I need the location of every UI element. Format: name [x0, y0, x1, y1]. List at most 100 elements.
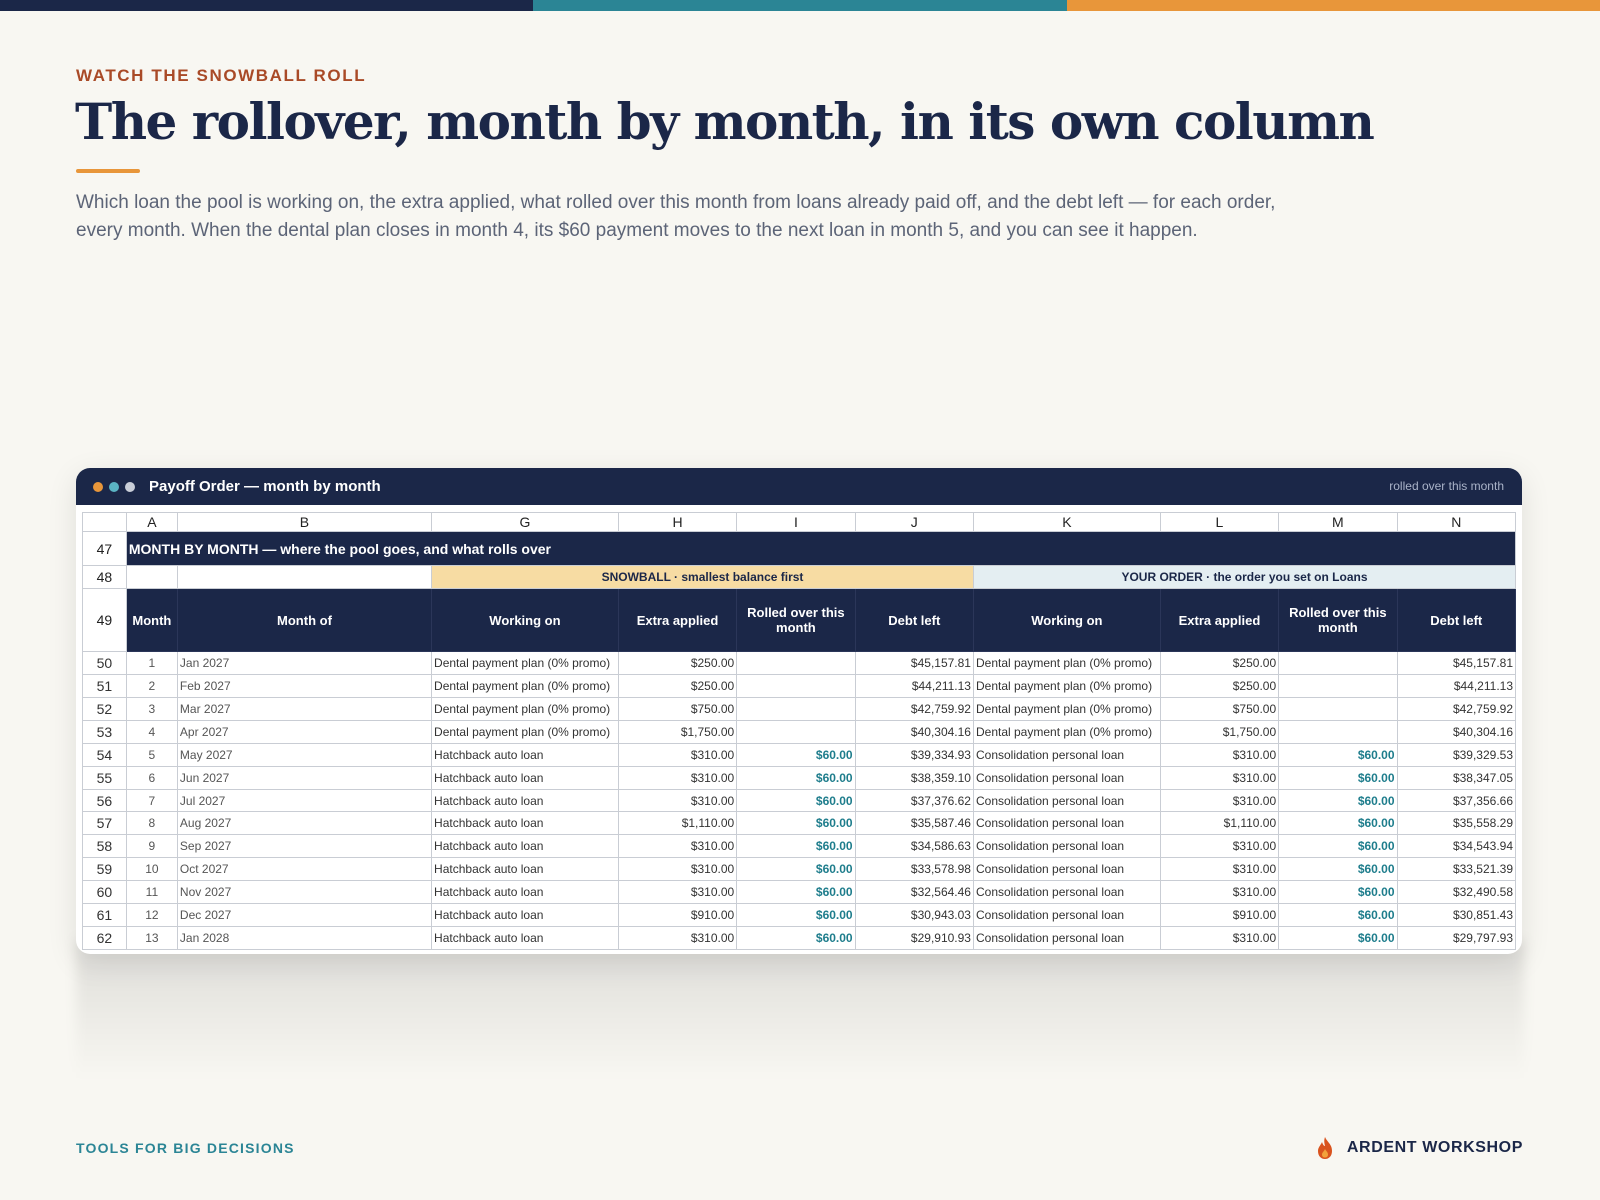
snowball-working-on-cell[interactable]: Dental payment plan (0% promo): [431, 651, 619, 676]
col-header[interactable]: M: [1278, 512, 1398, 532]
header-month[interactable]: Month: [125, 588, 178, 653]
month-of-cell[interactable]: Oct 2027: [176, 857, 433, 882]
row-number[interactable]: 47: [82, 530, 127, 567]
order-debt-cell[interactable]: $38,347.05: [1396, 765, 1517, 790]
row-number[interactable]: 51: [82, 674, 127, 698]
order-rolled-cell[interactable]: [1278, 651, 1398, 676]
order-working-on-cell[interactable]: Consolidation personal loan: [972, 788, 1161, 813]
snowball-working-on-cell[interactable]: Hatchback auto loan: [431, 857, 619, 882]
order-working-on-cell[interactable]: Dental payment plan (0% promo): [972, 719, 1161, 744]
snowball-extra-cell[interactable]: $1,750.00: [617, 719, 738, 744]
order-extra-cell[interactable]: $1,750.00: [1159, 719, 1280, 744]
snowball-working-on-cell[interactable]: Hatchback auto loan: [431, 765, 619, 790]
order-rolled-cell[interactable]: [1278, 719, 1398, 744]
order-rolled-cell[interactable]: $60.00: [1278, 857, 1398, 882]
snowball-working-on-cell[interactable]: Hatchback auto loan: [431, 788, 619, 813]
snowball-working-on-cell[interactable]: Hatchback auto loan: [431, 811, 619, 836]
row-number[interactable]: 53: [82, 719, 127, 744]
window-dot-orange[interactable]: [93, 481, 103, 492]
order-extra-cell[interactable]: $310.00: [1159, 742, 1280, 767]
snowball-rolled-cell[interactable]: $60.00: [736, 903, 856, 927]
footer-brand[interactable]: ARDENT WORKSHOP: [1315, 1136, 1523, 1160]
order-debt-cell[interactable]: $30,851.43: [1396, 903, 1517, 927]
header-snowball-extra-applied[interactable]: Extra applied: [617, 588, 738, 653]
row-number[interactable]: 59: [82, 857, 127, 882]
order-debt-cell[interactable]: $32,490.58: [1396, 880, 1517, 905]
month-of-cell[interactable]: Apr 2027: [176, 719, 433, 744]
snowball-working-on-cell[interactable]: Hatchback auto loan: [431, 742, 619, 767]
order-working-on-cell[interactable]: Consolidation personal loan: [972, 857, 1161, 882]
month-of-cell[interactable]: Dec 2027: [176, 903, 433, 927]
snowball-debt-cell[interactable]: $40,304.16: [854, 719, 974, 744]
snowball-extra-cell[interactable]: $310.00: [617, 834, 738, 859]
order-working-on-cell[interactable]: Consolidation personal loan: [972, 765, 1161, 790]
order-debt-cell[interactable]: $39,329.53: [1396, 742, 1517, 767]
order-working-on-cell[interactable]: Consolidation personal loan: [972, 925, 1161, 951]
snowball-debt-cell[interactable]: $34,586.63: [854, 834, 974, 859]
header-snowball-working-on[interactable]: Working on: [431, 588, 619, 653]
order-debt-cell[interactable]: $40,304.16: [1396, 719, 1517, 744]
snowball-extra-cell[interactable]: $750.00: [617, 696, 738, 721]
snowball-extra-cell[interactable]: $310.00: [617, 742, 738, 767]
order-debt-cell[interactable]: $35,558.29: [1396, 811, 1517, 836]
snowball-debt-cell[interactable]: $39,334.93: [854, 742, 974, 767]
row-number[interactable]: 49: [82, 588, 127, 653]
cell[interactable]: [125, 565, 178, 590]
order-working-on-cell[interactable]: Consolidation personal loan: [972, 880, 1161, 905]
month-of-cell[interactable]: Jun 2027: [176, 765, 433, 790]
header-order-debt-left[interactable]: Debt left: [1396, 588, 1517, 653]
snowball-section-label[interactable]: SNOWBALL · smallest balance first: [431, 565, 974, 590]
col-header[interactable]: N: [1396, 512, 1517, 532]
order-extra-cell[interactable]: $310.00: [1159, 857, 1280, 882]
month-cell[interactable]: 12: [125, 903, 178, 927]
snowball-rolled-cell[interactable]: $60.00: [736, 880, 856, 905]
snowball-debt-cell[interactable]: $33,578.98: [854, 857, 974, 882]
snowball-extra-cell[interactable]: $1,110.00: [617, 811, 738, 836]
snowball-extra-cell[interactable]: $310.00: [617, 857, 738, 882]
row-number[interactable]: 54: [82, 742, 127, 767]
snowball-debt-cell[interactable]: $37,376.62: [854, 788, 974, 813]
snowball-rolled-cell[interactable]: $60.00: [736, 788, 856, 813]
month-cell[interactable]: 2: [125, 674, 178, 698]
month-cell[interactable]: 8: [125, 811, 178, 836]
col-header[interactable]: I: [736, 512, 856, 532]
order-rolled-cell[interactable]: $60.00: [1278, 742, 1398, 767]
order-rolled-cell[interactable]: $60.00: [1278, 811, 1398, 836]
order-extra-cell[interactable]: $250.00: [1159, 674, 1280, 698]
order-working-on-cell[interactable]: Consolidation personal loan: [972, 834, 1161, 859]
order-working-on-cell[interactable]: Consolidation personal loan: [972, 742, 1161, 767]
header-snowball-debt-left[interactable]: Debt left: [854, 588, 974, 653]
month-of-cell[interactable]: Jul 2027: [176, 788, 433, 813]
order-extra-cell[interactable]: $310.00: [1159, 788, 1280, 813]
snowball-working-on-cell[interactable]: Hatchback auto loan: [431, 903, 619, 927]
snowball-working-on-cell[interactable]: Dental payment plan (0% promo): [431, 696, 619, 721]
snowball-working-on-cell[interactable]: Dental payment plan (0% promo): [431, 674, 619, 698]
row-number[interactable]: 57: [82, 811, 127, 836]
order-extra-cell[interactable]: $910.00: [1159, 903, 1280, 927]
month-of-cell[interactable]: Nov 2027: [176, 880, 433, 905]
col-header[interactable]: H: [617, 512, 738, 532]
snowball-working-on-cell[interactable]: Hatchback auto loan: [431, 925, 619, 951]
snowball-rolled-cell[interactable]: $60.00: [736, 925, 856, 951]
month-cell[interactable]: 7: [125, 788, 178, 813]
banner-cell[interactable]: MONTH BY MONTH — where the pool goes, an…: [125, 530, 1517, 567]
order-debt-cell[interactable]: $37,356.66: [1396, 788, 1517, 813]
snowball-rolled-cell[interactable]: [736, 719, 856, 744]
month-cell[interactable]: 1: [125, 651, 178, 676]
row-number[interactable]: 60: [82, 880, 127, 905]
month-cell[interactable]: 5: [125, 742, 178, 767]
order-extra-cell[interactable]: $310.00: [1159, 880, 1280, 905]
snowball-debt-cell[interactable]: $30,943.03: [854, 903, 974, 927]
corner-cell[interactable]: [82, 512, 127, 532]
month-of-cell[interactable]: May 2027: [176, 742, 433, 767]
snowball-extra-cell[interactable]: $250.00: [617, 651, 738, 676]
snowball-extra-cell[interactable]: $250.00: [617, 674, 738, 698]
snowball-extra-cell[interactable]: $310.00: [617, 880, 738, 905]
col-header[interactable]: A: [125, 512, 178, 532]
snowball-working-on-cell[interactable]: Dental payment plan (0% promo): [431, 719, 619, 744]
row-number[interactable]: 56: [82, 788, 127, 813]
month-of-cell[interactable]: Feb 2027: [176, 674, 433, 698]
row-number[interactable]: 50: [82, 651, 127, 676]
month-of-cell[interactable]: Jan 2028: [176, 925, 433, 951]
snowball-debt-cell[interactable]: $32,564.46: [854, 880, 974, 905]
